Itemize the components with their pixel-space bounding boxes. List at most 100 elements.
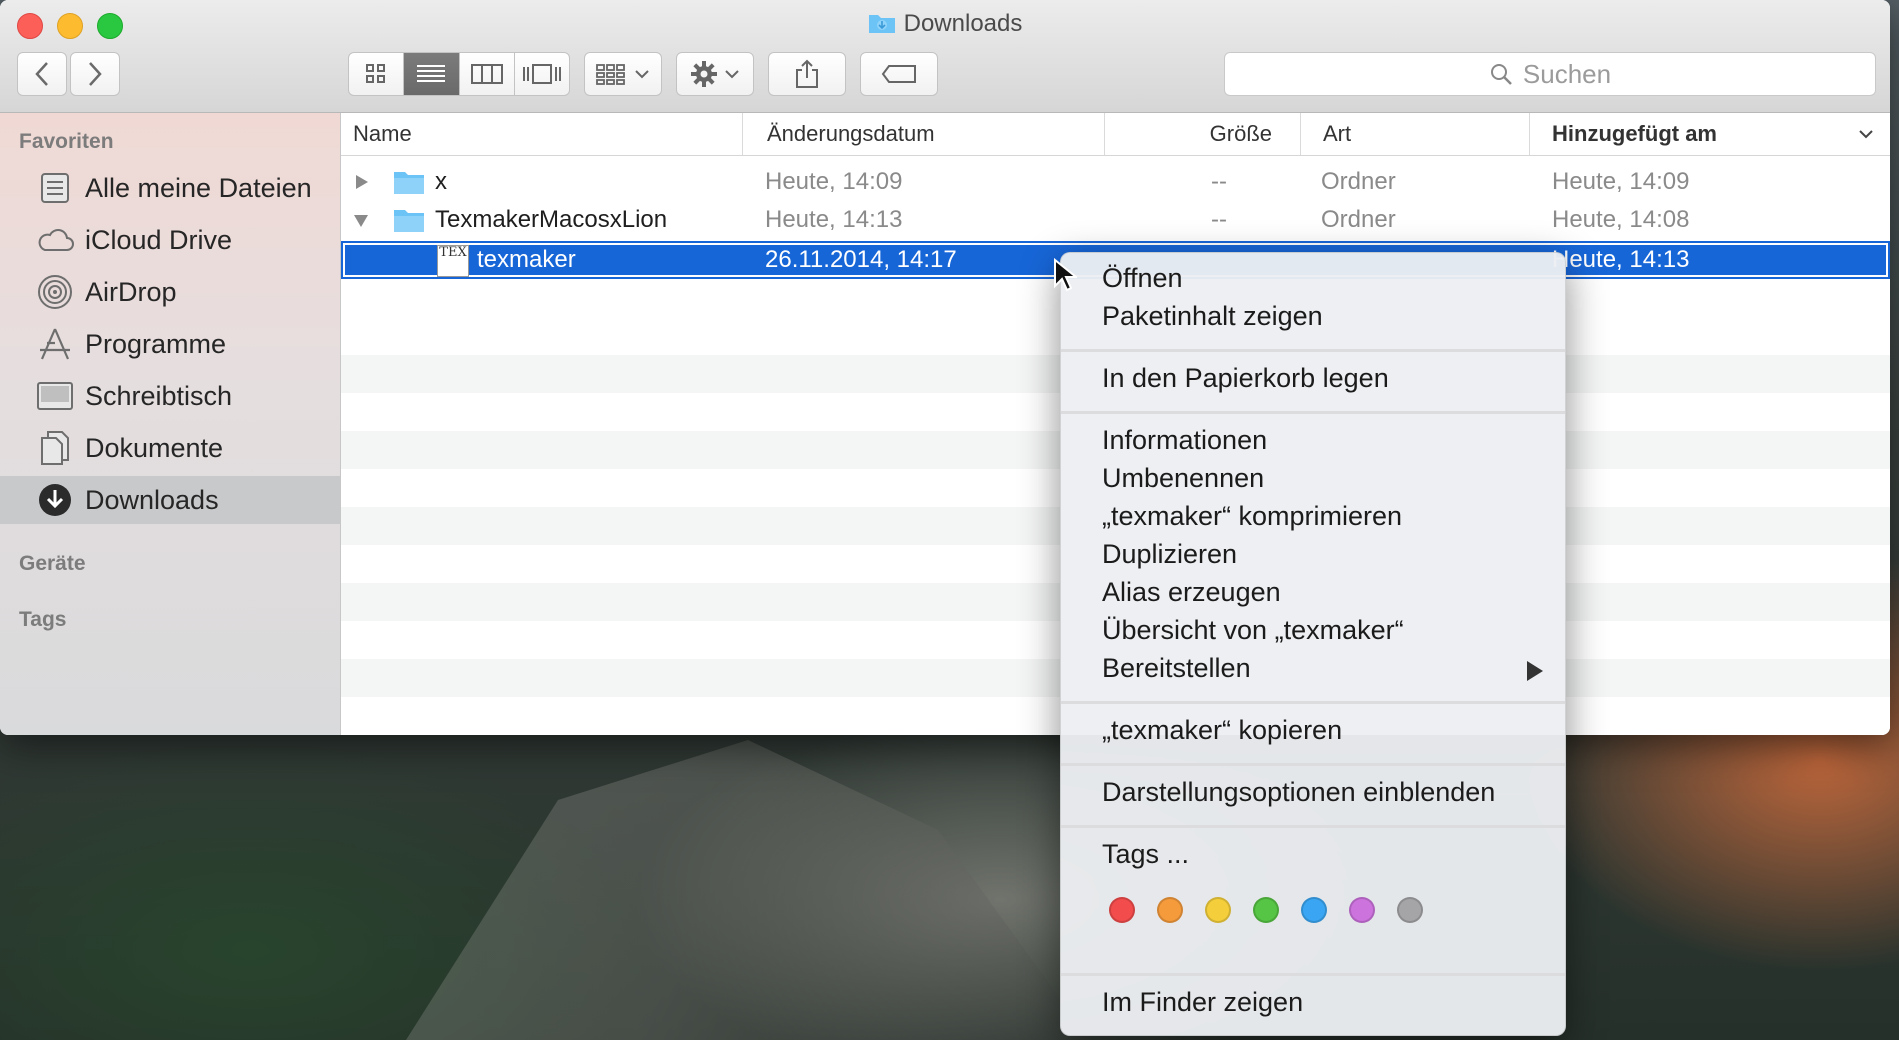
row-size: -- bbox=[1211, 168, 1227, 195]
column-header-size[interactable]: Größe bbox=[1105, 113, 1301, 155]
texmaker-app-icon: TEX bbox=[437, 245, 469, 277]
sidebar-item-label: AirDrop bbox=[85, 276, 177, 307]
menu-item-share[interactable]: Bereitstellen bbox=[1102, 653, 1251, 684]
row-name: TexmakerMacosxLion bbox=[435, 206, 668, 233]
row-name: x bbox=[435, 168, 447, 195]
menu-separator bbox=[1061, 701, 1565, 704]
sidebar-item-label: Schreibtisch bbox=[85, 380, 233, 411]
menu-item-rename[interactable]: Umbenennen bbox=[1102, 463, 1264, 494]
chevron-down-icon bbox=[635, 70, 649, 79]
disclosure-triangle-collapsed-icon[interactable] bbox=[355, 174, 369, 190]
row-added: Heute, 14:09 bbox=[1552, 168, 1690, 195]
sidebar-item-airdrop[interactable]: AirDrop bbox=[0, 268, 340, 316]
tag-icon bbox=[881, 65, 916, 83]
sidebar-item-programme[interactable]: Programme bbox=[0, 320, 340, 368]
back-button[interactable] bbox=[17, 52, 67, 96]
app-icon-text: TEX bbox=[439, 245, 467, 260]
menu-item-show-package-contents[interactable]: Paketinhalt zeigen bbox=[1102, 301, 1323, 332]
tag-gray-dot[interactable] bbox=[1397, 897, 1423, 923]
view-mode-segmented-control bbox=[348, 52, 570, 96]
menu-item-open[interactable]: Öffnen bbox=[1102, 263, 1183, 294]
list-row-x[interactable]: x Heute, 14:09 -- Ordner Heute, 14:09 bbox=[341, 163, 1890, 201]
downloads-icon bbox=[35, 480, 75, 520]
downloads-folder-icon bbox=[868, 12, 896, 41]
chevron-down-icon bbox=[725, 70, 739, 79]
submenu-arrow-icon bbox=[1527, 661, 1543, 681]
sort-chevron-down-icon bbox=[1859, 130, 1873, 139]
wallpaper-rock bbox=[406, 740, 1090, 1040]
column-header-label: Größe bbox=[1209, 121, 1272, 146]
share-button[interactable] bbox=[768, 52, 846, 96]
row-modified: Heute, 14:13 bbox=[765, 206, 903, 233]
row-size: -- bbox=[1211, 206, 1227, 233]
chevron-right-icon bbox=[89, 62, 102, 86]
sidebar-item-schreibtisch[interactable]: Schreibtisch bbox=[0, 372, 340, 420]
row-name: texmaker bbox=[477, 246, 576, 273]
forward-button[interactable] bbox=[70, 52, 120, 96]
search-placeholder: Suchen bbox=[1522, 58, 1612, 89]
menu-item-copy[interactable]: „texmaker“ kopieren bbox=[1102, 715, 1342, 746]
tags-heading: Tags bbox=[19, 608, 67, 631]
column-header-modified[interactable]: Änderungsdatum bbox=[743, 113, 1105, 155]
sidebar: Favoriten Alle meine Dateien iCloud Driv… bbox=[0, 113, 341, 735]
sidebar-item-dokumente[interactable]: Dokumente bbox=[0, 424, 340, 472]
tag-purple-dot[interactable] bbox=[1349, 897, 1375, 923]
menu-item-compress[interactable]: „texmaker“ komprimieren bbox=[1102, 501, 1402, 532]
column-header-name[interactable]: Name bbox=[341, 113, 743, 155]
tag-green-dot[interactable] bbox=[1253, 897, 1279, 923]
titlebar: Downloads Suchen bbox=[0, 0, 1890, 113]
search-icon bbox=[1490, 64, 1512, 85]
menu-item-show-view-options[interactable]: Darstellungsoptionen einblenden bbox=[1102, 777, 1495, 808]
cover-flow-view-button[interactable] bbox=[515, 53, 569, 95]
tag-orange-dot[interactable] bbox=[1157, 897, 1183, 923]
list-icon bbox=[417, 65, 446, 82]
documents-icon bbox=[35, 428, 75, 468]
sidebar-item-all-files[interactable]: Alle meine Dateien bbox=[0, 164, 340, 212]
row-kind: Ordner bbox=[1321, 206, 1396, 233]
list-row-texmakermacosxlion[interactable]: TexmakerMacosxLion Heute, 14:13 -- Ordne… bbox=[341, 201, 1890, 239]
sidebar-item-icloud-drive[interactable]: iCloud Drive bbox=[0, 216, 340, 264]
sidebar-item-label: Programme bbox=[85, 328, 227, 359]
column-header-label: Hinzugefügt am bbox=[1552, 121, 1717, 146]
column-header-kind[interactable]: Art bbox=[1301, 113, 1530, 155]
arrange-button[interactable] bbox=[584, 52, 662, 96]
column-header-label: Name bbox=[353, 121, 412, 146]
row-added: Heute, 14:13 bbox=[1552, 246, 1690, 273]
icon-view-button[interactable] bbox=[349, 53, 405, 95]
finder-window: Downloads Suchen Favoriten Alle meine Da… bbox=[0, 0, 1890, 735]
tag-red-dot[interactable] bbox=[1109, 897, 1135, 923]
window-title-text: Downloads bbox=[903, 10, 1023, 37]
tag-yellow-dot[interactable] bbox=[1205, 897, 1231, 923]
menu-separator bbox=[1061, 763, 1565, 766]
column-header-added[interactable]: Hinzugefügt am bbox=[1530, 113, 1890, 155]
column-header-label: Änderungsdatum bbox=[767, 121, 935, 146]
menu-item-tags[interactable]: Tags ... bbox=[1102, 839, 1189, 870]
row-modified: Heute, 14:09 bbox=[765, 168, 903, 195]
tag-blue-dot[interactable] bbox=[1301, 897, 1327, 923]
disclosure-triangle-expanded-icon[interactable] bbox=[353, 214, 369, 228]
search-field[interactable]: Suchen bbox=[1224, 52, 1876, 96]
menu-item-duplicate[interactable]: Duplizieren bbox=[1102, 539, 1237, 570]
menu-item-show-in-finder[interactable]: Im Finder zeigen bbox=[1102, 987, 1303, 1018]
sidebar-item-label: iCloud Drive bbox=[85, 224, 233, 255]
sidebar-item-downloads[interactable]: Downloads bbox=[0, 476, 340, 524]
context-menu: Öffnen Paketinhalt zeigen In den Papierk… bbox=[1060, 252, 1566, 1036]
folder-icon bbox=[394, 172, 424, 194]
menu-separator bbox=[1061, 349, 1565, 352]
menu-item-make-alias[interactable]: Alias erzeugen bbox=[1102, 577, 1281, 608]
menu-item-quick-look[interactable]: Übersicht von „texmaker“ bbox=[1102, 615, 1404, 646]
menu-separator bbox=[1061, 973, 1565, 976]
list-view-button[interactable] bbox=[404, 53, 460, 95]
sidebar-item-label: Dokumente bbox=[85, 432, 224, 463]
menu-item-get-info[interactable]: Informationen bbox=[1102, 425, 1267, 456]
window-title: Downloads bbox=[0, 10, 1890, 41]
mouse-pointer-icon bbox=[1054, 258, 1077, 292]
folder-icon bbox=[394, 210, 424, 232]
sidebar-item-label: Alle meine Dateien bbox=[85, 172, 312, 203]
menu-item-move-to-trash[interactable]: In den Papierkorb legen bbox=[1102, 363, 1389, 394]
column-view-button[interactable] bbox=[460, 53, 515, 95]
action-button[interactable] bbox=[676, 52, 754, 96]
desktop-icon bbox=[35, 376, 75, 416]
tag-button[interactable] bbox=[860, 52, 938, 96]
columns-icon bbox=[470, 64, 503, 84]
